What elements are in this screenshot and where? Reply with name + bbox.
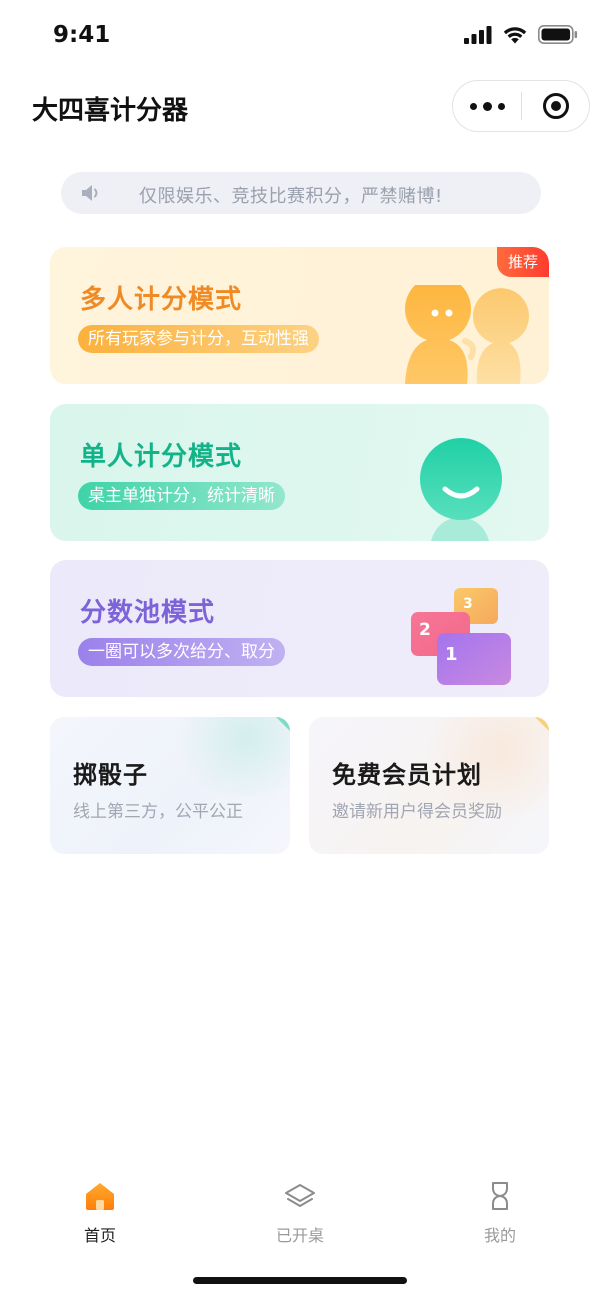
dice-subtitle: 线上第三方，公平公正 (73, 802, 243, 822)
layers-icon (285, 1184, 315, 1207)
dice-title: 掷骰子 (73, 761, 148, 789)
notice-text: 仅限娱乐、竞技比赛积分，严禁赌博! (139, 186, 443, 207)
tab-label: 我的 (483, 1226, 516, 1245)
tab-home[interactable]: 首页 (40, 1170, 160, 1250)
multi-player-mode-card[interactable]: 多人计分模式 所有玩家参与计分，互动性强 推荐 (50, 247, 549, 384)
mode-title: 单人计分模式 (80, 442, 243, 472)
more-options-button[interactable] (453, 81, 521, 131)
status-time: 9:41 (53, 22, 111, 48)
single-player-mode-card[interactable]: 单人计分模式 桌主单独计分，统计清晰 (50, 404, 549, 541)
chip-3-label: 3 (463, 596, 473, 612)
speaker-icon (82, 185, 98, 201)
tab-profile[interactable]: 我的 (440, 1170, 560, 1250)
battery-icon (538, 25, 578, 44)
profile-icon (492, 1182, 508, 1210)
wifi-icon (503, 27, 527, 44)
score-cards-icon: 3 2 1 (411, 588, 511, 685)
card-corner (535, 717, 549, 731)
status-icons (464, 25, 578, 44)
nav-header: 大四喜计分器 (0, 78, 600, 134)
home-icon (86, 1183, 114, 1210)
home-indicator (193, 1277, 407, 1284)
mode-subtitle: 一圈可以多次给分、取分 (78, 638, 285, 666)
chip-1-label: 1 (445, 644, 458, 665)
status-bar: 9:41 (0, 0, 600, 72)
dot-icon (497, 102, 505, 110)
card-corner (276, 717, 290, 731)
membership-subtitle: 邀请新用户得会员奖励 (332, 802, 502, 822)
mode-title: 分数池模式 (80, 598, 216, 628)
cellular-signal-icon (464, 25, 492, 44)
single-player-icon (420, 438, 502, 541)
tab-bar: 首页 已开桌 我的 (0, 1170, 600, 1250)
mini-program-capsule (452, 80, 590, 132)
free-membership-card[interactable]: 免费会员计划 邀请新用户得会员奖励 (309, 717, 549, 854)
membership-title: 免费会员计划 (332, 761, 482, 789)
card-decoration (170, 717, 290, 797)
mode-subtitle: 所有玩家参与计分，互动性强 (78, 325, 319, 353)
target-close-icon (542, 93, 569, 119)
score-pool-mode-card[interactable]: 分数池模式 一圈可以多次给分、取分 3 2 1 (50, 560, 549, 697)
dice-roll-card[interactable]: 掷骰子 线上第三方，公平公正 (50, 717, 290, 854)
notice-bar: 仅限娱乐、竞技比赛积分，严禁赌博! (61, 172, 541, 214)
dot-icon (482, 101, 492, 111)
mode-title: 多人计分模式 (80, 285, 243, 315)
mode-subtitle: 桌主单独计分，统计清晰 (78, 482, 285, 510)
recommend-badge: 推荐 (497, 247, 549, 277)
close-mini-program-button[interactable] (522, 81, 589, 131)
page-title: 大四喜计分器 (32, 96, 189, 126)
dot-icon (469, 102, 477, 110)
tab-label: 已开桌 (275, 1226, 324, 1245)
two-players-icon (405, 285, 529, 384)
tab-label: 首页 (83, 1226, 116, 1245)
chip-2-label: 2 (419, 620, 431, 640)
tab-opened-tables[interactable]: 已开桌 (240, 1170, 360, 1250)
